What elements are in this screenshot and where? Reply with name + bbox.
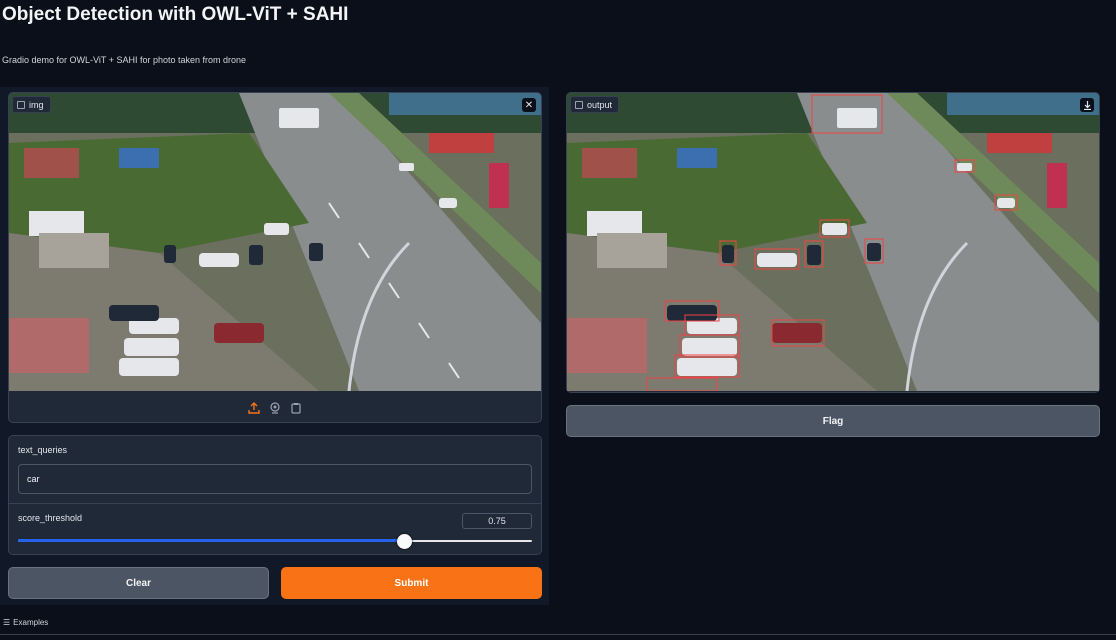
input-image-label-text: img (29, 99, 44, 110)
examples-label: Examples (13, 618, 49, 627)
close-icon[interactable]: ✕ (522, 98, 536, 112)
output-photo-graphic (567, 93, 1099, 391)
submit-button[interactable]: Submit (281, 567, 542, 599)
score-threshold-slider[interactable] (18, 534, 532, 549)
query-settings-block: text_queries car score_threshold 0.75 (8, 435, 542, 555)
output-drone-photo (567, 93, 1099, 391)
text-queries-input[interactable]: car (18, 464, 532, 494)
text-queries-value: car (27, 474, 40, 484)
clear-button[interactable]: Clear (8, 567, 269, 599)
page-title: Object Detection with OWL-ViT + SAHI (2, 4, 349, 25)
slider-thumb[interactable] (396, 534, 412, 549)
examples-table (0, 634, 1116, 640)
drone-photo-graphic (9, 93, 541, 391)
examples-header[interactable]: ☰ Examples (3, 618, 48, 627)
output-image-panel: output (566, 92, 1100, 393)
input-image-label: img (12, 96, 51, 113)
divider (9, 503, 541, 504)
output-image-label: output (570, 96, 620, 113)
input-image-panel[interactable]: img ✕ (8, 92, 542, 423)
list-icon: ☰ (3, 618, 11, 627)
input-drone-photo[interactable] (9, 93, 541, 391)
text-queries-label: text_queries (18, 445, 68, 455)
score-threshold-label: score_threshold (18, 513, 83, 523)
score-threshold-number-input[interactable]: 0.75 (462, 513, 532, 529)
slider-fill (18, 539, 404, 542)
download-icon[interactable] (1080, 98, 1094, 112)
upload-icon[interactable] (248, 402, 261, 415)
page-subtitle: Gradio demo for OWL-ViT + SAHI for photo… (2, 55, 247, 65)
input-column: img ✕ text_queries car score_threshold 0… (0, 87, 549, 605)
output-image-label-text: output (587, 99, 613, 110)
image-icon (17, 100, 25, 109)
image-icon (575, 100, 583, 109)
webcam-icon[interactable] (269, 402, 282, 415)
score-threshold-value: 0.75 (488, 516, 506, 526)
image-source-toolbar (9, 399, 541, 417)
flag-button[interactable]: Flag (566, 405, 1100, 437)
clipboard-icon[interactable] (290, 402, 303, 415)
